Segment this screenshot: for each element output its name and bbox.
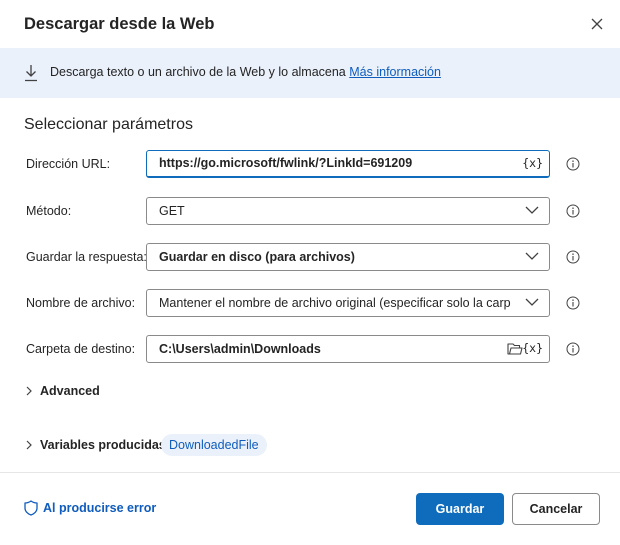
info-icon[interactable] [566, 296, 580, 310]
chevron-down-icon [525, 206, 539, 214]
close-icon [591, 18, 603, 30]
file-name-label: Nombre de archivo: [26, 296, 136, 310]
save-response-dropdown[interactable]: Guardar en disco (para archivos) [146, 243, 550, 271]
banner-text: Descarga texto o un archivo de la Web y … [50, 65, 441, 79]
download-icon [25, 65, 37, 82]
info-icon[interactable] [566, 204, 580, 218]
info-icon[interactable] [566, 157, 580, 171]
advanced-expander[interactable]: Advanced [24, 384, 100, 398]
cancel-button[interactable]: Cancelar [512, 493, 600, 525]
url-input[interactable]: https://go.microsoft/fwlink/?LinkId=6912… [146, 150, 550, 178]
destination-folder-label: Carpeta de destino: [26, 342, 136, 356]
chevron-right-icon [26, 386, 32, 396]
variable-chip-downloadedfile[interactable]: DownloadedFile [161, 434, 267, 456]
advanced-label: Advanced [40, 384, 100, 398]
chevron-right-icon [26, 440, 32, 450]
destination-folder-input[interactable]: C:\Users\admin\Downloads {x} [146, 335, 550, 363]
info-icon[interactable] [566, 342, 580, 356]
save-response-label: Guardar la respuesta: [26, 250, 147, 264]
folder-icon[interactable] [507, 342, 523, 356]
dialog-title: Descargar desde la Web [24, 15, 215, 33]
method-dropdown[interactable]: GET [146, 197, 550, 225]
on-error-link[interactable]: Al producirse error [24, 500, 156, 516]
shield-icon [24, 500, 38, 516]
destination-folder-value: C:\Users\admin\Downloads [159, 342, 321, 356]
save-button[interactable]: Guardar [416, 493, 504, 525]
variables-produced-expander[interactable]: Variables producidas [24, 438, 166, 452]
info-icon[interactable] [566, 250, 580, 264]
info-banner: Descarga texto o un archivo de la Web y … [0, 48, 620, 98]
variables-produced-label: Variables producidas [40, 438, 166, 452]
file-name-dropdown[interactable]: Mantener el nombre de archivo original (… [146, 289, 550, 317]
download-from-web-dialog: Descargar desde la Web Descarga texto o … [0, 0, 620, 545]
close-button[interactable] [585, 12, 609, 36]
chevron-down-icon [525, 252, 539, 260]
chevron-down-icon [525, 298, 539, 306]
save-response-value: Guardar en disco (para archivos) [159, 250, 355, 264]
url-value: https://go.microsoft/fwlink/?LinkId=6912… [159, 156, 413, 170]
on-error-label: Al producirse error [43, 501, 157, 515]
method-label: Método: [26, 204, 72, 218]
banner-description: Descarga texto o un archivo de la Web y … [50, 65, 346, 79]
method-value: GET [159, 204, 185, 218]
section-title: Seleccionar parámetros [24, 116, 193, 133]
url-variable-button[interactable]: {x} [522, 156, 543, 170]
file-name-value: Mantener el nombre de archivo original (… [159, 296, 511, 310]
more-info-link[interactable]: Más información [349, 65, 441, 79]
url-label: Dirección URL: [26, 157, 111, 171]
footer-divider [0, 472, 620, 473]
destination-folder-variable-button[interactable]: {x} [522, 341, 543, 355]
